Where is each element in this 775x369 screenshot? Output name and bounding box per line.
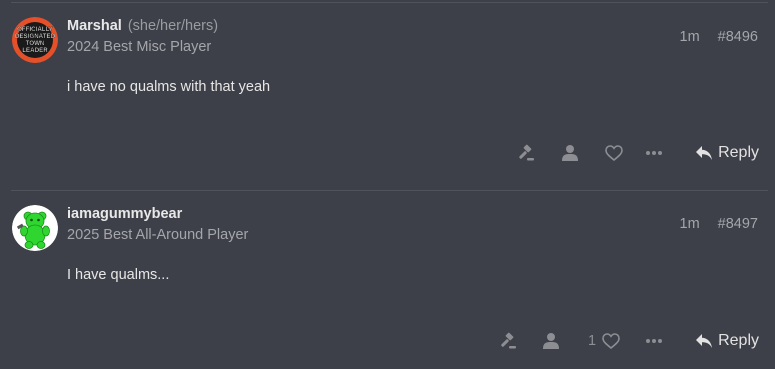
post-actions: Reply [0, 138, 775, 168]
ellipsis-icon[interactable] [642, 138, 666, 168]
reply-label: Reply [718, 332, 759, 349]
reply-arrow-icon [696, 334, 713, 348]
post-time[interactable]: 1m [680, 216, 700, 232]
post-number[interactable]: #8497 [718, 216, 758, 232]
post-meta: 1m #8497 [680, 215, 758, 233]
reply-button[interactable]: Reply [695, 326, 759, 356]
heart-icon [602, 333, 620, 349]
avatar-text-line: TOWN [26, 40, 45, 47]
reply-button[interactable]: Reply [695, 138, 759, 168]
post-meta: 1m #8496 [680, 28, 758, 46]
post: iamagummybear 2025 Best All-Around Playe… [0, 190, 775, 369]
avatar[interactable]: OFFICIALLY DESIGNATED TOWN LEADER [12, 17, 58, 63]
post-body: I have qualms... [67, 267, 170, 283]
post-time[interactable]: 1m [680, 29, 700, 45]
reply-label: Reply [718, 144, 759, 161]
avatar-text-line: DESIGNATED [15, 33, 56, 40]
avatar[interactable] [12, 205, 58, 251]
user-icon[interactable] [539, 326, 563, 356]
user-title: 2024 Best Misc Player [67, 39, 212, 55]
gavel-icon[interactable] [496, 326, 520, 356]
like-button[interactable] [598, 138, 624, 168]
heart-icon [605, 145, 623, 161]
ellipsis-icon[interactable] [642, 326, 666, 356]
gavel-icon[interactable] [514, 138, 538, 168]
avatar-text-line: LEADER [22, 47, 48, 54]
avatar-text-line: OFFICIALLY [17, 26, 54, 33]
post-actions: 1 Reply [0, 326, 775, 356]
user-title: 2025 Best All-Around Player [67, 227, 249, 243]
like-button[interactable]: 1 [584, 326, 624, 356]
post-body: i have no qualms with that yeah [67, 79, 271, 95]
post-number[interactable]: #8496 [718, 29, 758, 45]
pronouns: (she/her/hers) [127, 18, 219, 34]
post-divider [11, 190, 768, 191]
author-line: Marshal (she/her/hers) [67, 17, 218, 35]
post: OFFICIALLY DESIGNATED TOWN LEADER Marsha… [0, 3, 775, 190]
user-icon[interactable] [558, 138, 582, 168]
username[interactable]: iamagummybear [67, 206, 182, 222]
author-line: iamagummybear [67, 205, 182, 223]
like-count: 1 [587, 333, 597, 349]
username[interactable]: Marshal [67, 18, 122, 34]
reply-arrow-icon [696, 146, 713, 160]
